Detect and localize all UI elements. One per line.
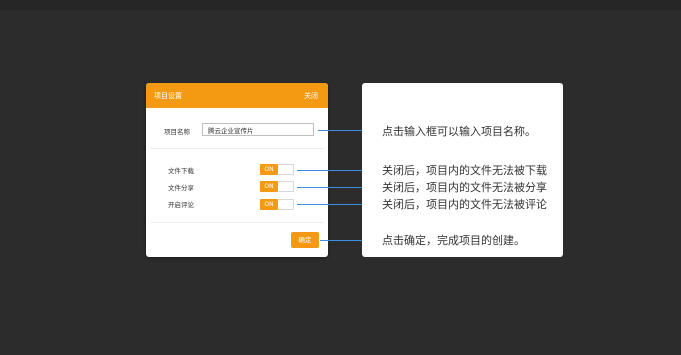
divider	[150, 148, 324, 149]
download-toggle[interactable]: ON	[260, 164, 294, 175]
callout-name-input: 点击输入框可以输入项目名称。	[382, 125, 536, 138]
toggle-on-state: ON	[260, 199, 278, 210]
option-label-download: 文件下载	[168, 167, 194, 175]
dialog-title: 项目设置	[154, 92, 182, 100]
callout-share: 关闭后，项目内的文件无法被分享	[382, 181, 547, 194]
toggle-on-state: ON	[260, 164, 278, 175]
toggle-off-area	[278, 199, 294, 210]
callout-confirm: 点击确定，完成项目的创建。	[382, 234, 525, 247]
option-label-comment: 开启评论	[168, 201, 194, 209]
toggle-off-area	[278, 164, 294, 175]
project-name-label: 项目名称	[164, 128, 190, 136]
close-button[interactable]: 关闭	[304, 91, 318, 101]
toggle-off-area	[278, 181, 294, 192]
callout-panel: 点击输入框可以输入项目名称。 关闭后，项目内的文件无法被下载 关闭后，项目内的文…	[362, 83, 563, 257]
option-label-share: 文件分享	[168, 184, 194, 192]
confirm-button[interactable]: 确定	[291, 232, 319, 248]
dialog-header: 项目设置 关闭	[146, 83, 328, 108]
comment-toggle[interactable]: ON	[260, 199, 294, 210]
share-toggle[interactable]: ON	[260, 181, 294, 192]
top-bar	[0, 0, 681, 10]
callout-download: 关闭后，项目内的文件无法被下载	[382, 164, 547, 177]
callout-comment: 关闭后，项目内的文件无法被评论	[382, 198, 547, 211]
project-name-input[interactable]	[202, 123, 314, 136]
divider	[150, 222, 324, 223]
toggle-on-state: ON	[260, 181, 278, 192]
